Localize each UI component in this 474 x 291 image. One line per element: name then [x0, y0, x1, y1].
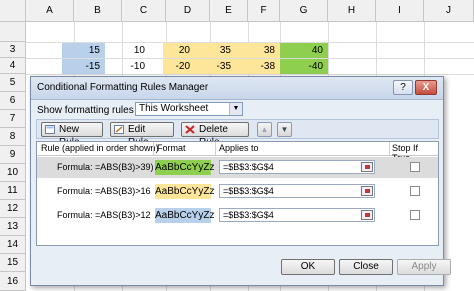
column-header-b[interactable]: B	[74, 0, 122, 22]
rule-formula: Formula: =ABS(B3)>12	[57, 210, 151, 220]
cell-d3[interactable]: 20	[163, 43, 195, 58]
range-select-icon[interactable]	[361, 186, 373, 196]
range-select-icon[interactable]	[361, 162, 373, 172]
conditional-formatting-dialog: Conditional Formatting Rules Manager ? X…	[30, 76, 451, 286]
header-divider	[153, 142, 154, 155]
rules-toolbar: New Rule... Edit Rule... Delete Rule ▲ ▼	[36, 119, 439, 148]
cell-d4[interactable]: -20	[163, 59, 195, 74]
help-button[interactable]: ?	[393, 80, 413, 95]
row-header-11[interactable]: 11	[0, 182, 26, 200]
row-header-13[interactable]: 13	[0, 218, 26, 236]
move-down-icon[interactable]: ▼	[277, 122, 292, 137]
cell-g3[interactable]: 40	[280, 43, 328, 58]
delete-icon	[185, 125, 195, 134]
header-divider	[389, 142, 390, 155]
column-format[interactable]: Format	[157, 143, 186, 153]
row-header-9[interactable]: 9	[0, 146, 26, 164]
rule-row[interactable]: Formula: =ABS(B3)>16 AaBbCcYyZz =$B$3:$G…	[37, 181, 438, 202]
cell-e4[interactable]: -35	[195, 59, 236, 74]
applies-to-value: =$B$3:$G$4	[223, 186, 274, 196]
rule-row[interactable]: Formula: =ABS(B3)>12 AaBbCcYyZz =$B$3:$G…	[37, 205, 438, 226]
delete-rule-button[interactable]: Delete Rule	[181, 122, 249, 148]
apply-button[interactable]: Apply	[397, 259, 451, 275]
column-header-d[interactable]: D	[166, 0, 210, 22]
row-header-7[interactable]: 7	[0, 110, 26, 128]
edit-rule-button[interactable]: Edit Rule...	[110, 122, 174, 148]
close-icon[interactable]: X	[415, 80, 437, 95]
applies-to-field[interactable]: =$B$3:$G$4	[219, 184, 375, 198]
cell-e3[interactable]: 35	[195, 43, 236, 58]
row-header-16[interactable]: 16	[0, 272, 26, 291]
column-header-f[interactable]: F	[248, 0, 280, 22]
select-all-corner[interactable]	[0, 0, 26, 22]
row-header-3[interactable]: 3	[0, 42, 26, 58]
rule-formula: Formula: =ABS(B3)>16	[57, 186, 151, 196]
column-header-e[interactable]: E	[210, 0, 248, 22]
show-rules-dropdown[interactable]: This Worksheet ▼	[135, 102, 243, 116]
column-header-a[interactable]: A	[26, 0, 74, 22]
applies-to-field[interactable]: =$B$3:$G$4	[219, 208, 375, 222]
rule-formula: Formula: =ABS(B3)>39)	[57, 162, 154, 172]
rules-list: Rule (applied in order shown) Format App…	[36, 141, 439, 246]
column-header-j[interactable]: J	[424, 0, 474, 22]
applies-to-field[interactable]: =$B$3:$G$4	[219, 160, 375, 174]
column-header-i[interactable]: I	[376, 0, 424, 22]
column-rule[interactable]: Rule (applied in order shown)	[41, 143, 159, 153]
rule-row[interactable]: Formula: =ABS(B3)>39) AaBbCcYyZz =$B$3:$…	[37, 157, 438, 178]
cell-g4[interactable]: -40	[280, 59, 328, 74]
column-applies-to[interactable]: Applies to	[219, 143, 259, 153]
range-select-icon[interactable]	[361, 210, 373, 220]
cell-c4[interactable]: -10	[107, 59, 150, 74]
format-preview: AaBbCcYyZz	[155, 184, 215, 199]
move-up-icon[interactable]: ▲	[257, 122, 272, 137]
chevron-down-icon[interactable]: ▼	[229, 103, 242, 115]
row-header-8[interactable]: 8	[0, 128, 26, 146]
row-header-10[interactable]: 10	[0, 164, 26, 182]
cell-c3[interactable]: 10	[107, 43, 150, 58]
cell-f4[interactable]: -38	[236, 59, 280, 74]
stop-if-true-checkbox[interactable]	[410, 162, 420, 172]
cell-b4[interactable]: -15	[62, 59, 105, 74]
stop-if-true-checkbox[interactable]	[410, 210, 420, 220]
applies-to-value: =$B$3:$G$4	[223, 210, 274, 220]
column-header-c[interactable]: C	[122, 0, 166, 22]
dialog-title: Conditional Formatting Rules Manager	[37, 82, 209, 93]
applies-to-value: =$B$3:$G$4	[223, 162, 274, 172]
show-rules-value: This Worksheet	[139, 103, 209, 114]
gridline	[26, 74, 474, 75]
row-header-5[interactable]: 5	[0, 74, 26, 92]
row-header-4[interactable]: 4	[0, 58, 26, 74]
format-preview: AaBbCcYyZz	[155, 208, 215, 223]
format-preview: AaBbCcYyZz	[155, 160, 215, 175]
show-rules-label: Show formatting rules for:	[37, 105, 151, 116]
new-rule-icon	[45, 125, 55, 134]
row-header-2[interactable]	[0, 22, 26, 42]
dialog-titlebar[interactable]: Conditional Formatting Rules Manager ? X	[31, 77, 443, 100]
cell-f3[interactable]: 38	[236, 43, 280, 58]
cell-b3[interactable]: 15	[62, 43, 105, 58]
rules-list-header: Rule (applied in order shown) Format App…	[37, 142, 438, 163]
close-button[interactable]: Close	[339, 259, 393, 275]
new-rule-button[interactable]: New Rule...	[41, 122, 103, 148]
row-header-12[interactable]: 12	[0, 200, 26, 218]
stop-if-true-checkbox[interactable]	[410, 186, 420, 196]
ok-button[interactable]: OK	[281, 259, 335, 275]
column-header-g[interactable]: G	[280, 0, 328, 22]
row-header-6[interactable]: 6	[0, 92, 26, 110]
edit-rule-icon	[114, 125, 124, 134]
row-header-14[interactable]: 14	[0, 236, 26, 254]
header-divider	[215, 142, 216, 155]
row-header-15[interactable]: 15	[0, 254, 26, 272]
column-header-h[interactable]: H	[328, 0, 376, 22]
